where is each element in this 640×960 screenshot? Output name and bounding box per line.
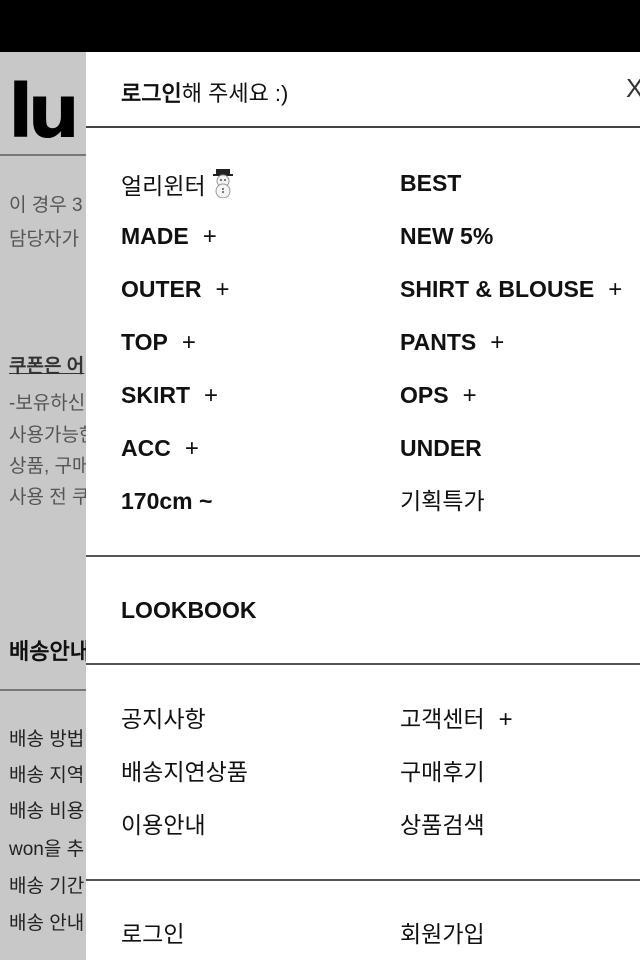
menu-item-special-deals[interactable]: 기획특가 <box>400 486 485 516</box>
site-logo: lu <box>8 69 80 155</box>
expand-plus-icon[interactable]: + <box>203 223 217 250</box>
bg-text-line: 배송 방법 <box>9 729 85 750</box>
expand-plus-icon[interactable]: + <box>182 329 196 356</box>
expand-plus-icon[interactable]: + <box>490 329 504 356</box>
coupon-link[interactable]: 쿠폰은 어 <box>9 355 84 379</box>
close-icon[interactable]: X <box>626 70 640 106</box>
bg-text-line: 이 경우 3 <box>9 195 83 216</box>
bg-text-line: 상품, 구매 <box>9 456 90 477</box>
menu-item-notice[interactable]: 공지사항 <box>121 704 206 734</box>
side-menu-drawer: 로그인해 주세요 :) X 얼리윈터 BEST MADE + NEW 5% OUT… <box>86 52 640 960</box>
divider <box>86 663 640 665</box>
expand-plus-icon[interactable]: + <box>216 276 230 303</box>
login-prompt-text: 해 주세요 :) <box>181 81 289 106</box>
menu-item-outer[interactable]: OUTER + <box>121 274 230 305</box>
join-button[interactable]: 회원가입 <box>400 919 485 949</box>
menu-item-label: 얼리윈터 <box>121 173 206 199</box>
menu-item-customer-center[interactable]: 고객센터 + <box>400 704 513 735</box>
bg-text-line: 사용가능한 <box>9 425 97 446</box>
menu-item-lookbook[interactable]: LOOKBOOK <box>121 595 256 625</box>
menu-item-label: SKIRT <box>121 382 190 408</box>
menu-item-label: OPS <box>400 382 449 408</box>
menu-item-pants[interactable]: PANTS + <box>400 327 504 358</box>
login-button[interactable]: 로그인 <box>121 919 184 949</box>
login-prompt-bold[interactable]: 로그인 <box>121 81 182 106</box>
bg-text-line: 사용 전 쿠 <box>9 487 90 508</box>
menu-item-product-search[interactable]: 상품검색 <box>400 810 485 840</box>
menu-item-top[interactable]: TOP + <box>121 327 196 358</box>
menu-item-label: ACC <box>121 435 171 461</box>
bg-text-line: 배송 기간 <box>9 876 85 897</box>
drawer-header: 로그인해 주세요 :) X <box>86 52 640 128</box>
expand-plus-icon[interactable]: + <box>185 435 199 462</box>
expand-plus-icon[interactable]: + <box>608 276 622 303</box>
menu-item-label: PANTS <box>400 329 477 355</box>
menu-item-acc[interactable]: ACC + <box>121 433 199 464</box>
status-bar <box>0 0 640 52</box>
divider <box>86 879 640 881</box>
menu-item-delayed-products[interactable]: 배송지연상품 <box>121 757 248 787</box>
bg-text-line: 배송 지역 <box>9 765 85 786</box>
bg-text-line: 배송 안내 <box>9 913 85 934</box>
menu-item-skirt[interactable]: SKIRT + <box>121 380 218 411</box>
menu-item-reviews[interactable]: 구매후기 <box>400 757 485 787</box>
menu-item-early-winter[interactable]: 얼리윈터 <box>121 168 238 205</box>
menu-item-label: TOP <box>121 329 168 355</box>
menu-item-label: MADE <box>121 223 189 249</box>
snowman-icon <box>208 168 238 205</box>
menu-item-label: 고객센터 <box>400 706 485 732</box>
bg-text-line: -보유하신 <box>9 393 86 414</box>
menu-item-shirt-blouse[interactable]: SHIRT & BLOUSE + <box>400 274 622 305</box>
menu-item-guide[interactable]: 이용안내 <box>121 810 206 840</box>
login-prompt[interactable]: 로그인해 주세요 :) <box>121 76 288 108</box>
bg-text-line: won을 추 <box>9 839 85 860</box>
expand-plus-icon[interactable]: + <box>204 382 218 409</box>
menu-item-best[interactable]: BEST <box>400 168 461 198</box>
menu-item-170cm[interactable]: 170cm ~ <box>121 486 212 516</box>
expand-plus-icon[interactable]: + <box>499 706 513 733</box>
menu-item-under[interactable]: UNDER <box>400 433 482 463</box>
bg-text-line: 담당자가 <box>9 229 79 250</box>
expand-plus-icon[interactable]: + <box>463 382 477 409</box>
divider <box>86 555 640 557</box>
shipping-heading: 배송안내 <box>9 639 90 664</box>
menu-item-new[interactable]: NEW 5% <box>400 221 493 251</box>
bg-text-line: 배송 비용 <box>9 801 85 822</box>
menu-item-made[interactable]: MADE + <box>121 221 217 252</box>
menu-item-label: OUTER <box>121 276 202 302</box>
menu-item-ops[interactable]: OPS + <box>400 380 477 411</box>
menu-item-label: SHIRT & BLOUSE <box>400 276 595 302</box>
